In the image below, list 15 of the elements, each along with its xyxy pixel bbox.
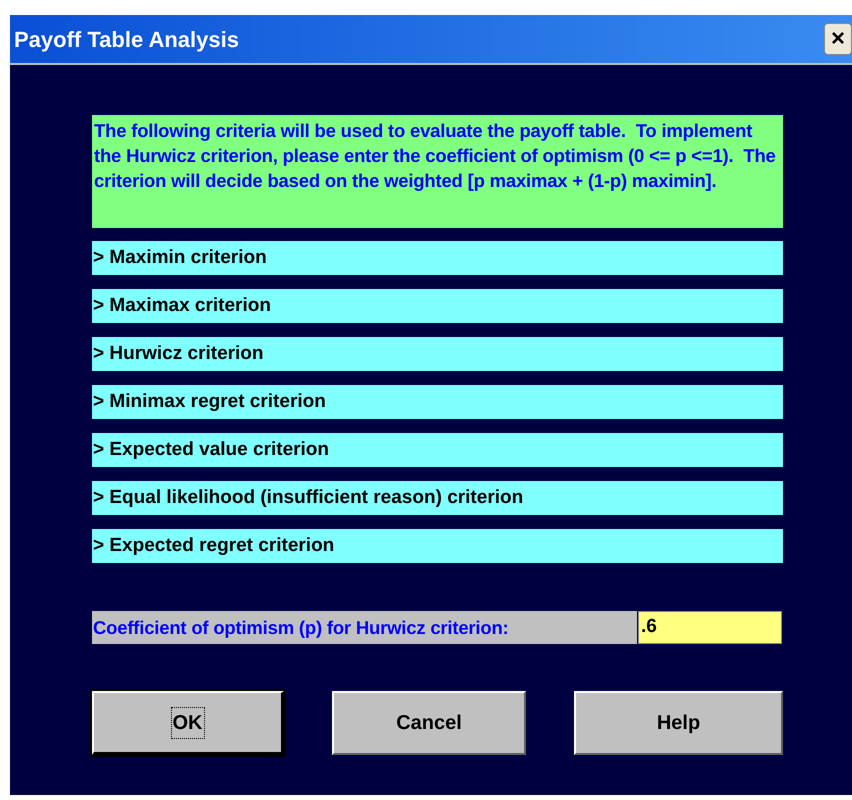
criterion-label: > Hurwicz criterion [92, 337, 783, 371]
dialog-button[interactable]: Cancel [332, 691, 526, 755]
close-button[interactable]: × [824, 23, 852, 55]
criterion-label: > Maximax criterion [92, 289, 783, 323]
dialog-button[interactable]: Help [574, 691, 783, 755]
dialog-button[interactable]: OK [92, 691, 284, 755]
criterion-label: > Maximin criterion [92, 241, 783, 275]
instructions-text: The following criteria will be used to evaluate the payoff table. To implement the Hurwicz criterion, please enter the coefficient of optimism (0 <= p <=1). The criterion will decide based on the weighted [p maximax + (1-p) maximin]. [92, 115, 783, 228]
coefficient-label: Coefficient of optimism (p) for Hurwicz criterion: [92, 611, 637, 644]
criterion-label: > Expected regret criterion [92, 529, 783, 563]
criterion-label: > Equal likelihood (insufficient reason) criterion [92, 481, 783, 515]
criterion-label: > Expected value criterion [92, 433, 783, 467]
window-title: Payoff Table Analysis [14, 26, 239, 54]
criterion-label: > Minimax regret criterion [92, 385, 783, 419]
coefficient-input[interactable]: .6 [638, 611, 782, 644]
